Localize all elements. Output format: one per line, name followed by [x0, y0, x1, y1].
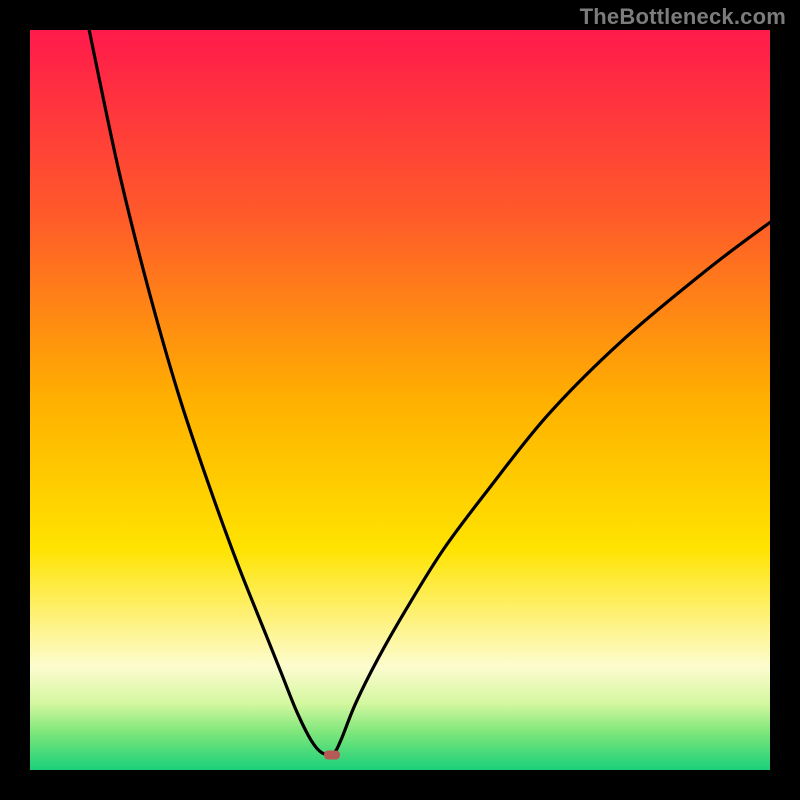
optimal-marker [324, 751, 340, 760]
bottleneck-curve [89, 30, 770, 755]
curve-layer [30, 30, 770, 770]
plot-area [30, 30, 770, 770]
chart-frame: TheBottleneck.com [0, 0, 800, 800]
watermark-text: TheBottleneck.com [580, 4, 786, 30]
